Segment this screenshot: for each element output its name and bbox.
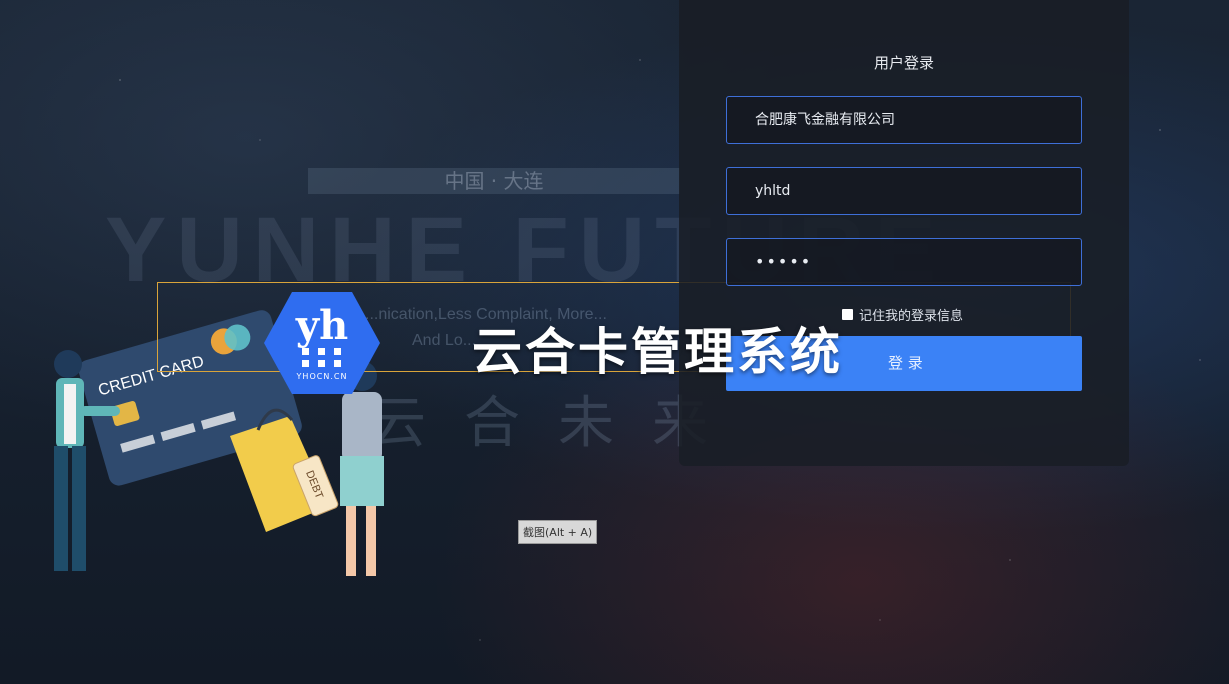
login-title: 用户登录 (873, 54, 934, 72)
remember-checkbox[interactable] (842, 309, 853, 320)
login-panel: 用户登录 合肥康飞金融有限公司 yhltd ••••• 记住我的登录信息 登 录 (679, 0, 1129, 466)
username-input[interactable]: yhltd (726, 167, 1082, 215)
system-title: 云合卡管理系统 (472, 323, 843, 381)
logo-text: yh (295, 302, 349, 349)
logo-url: YHOCN.CN (296, 372, 348, 381)
screenshot-tooltip: 截图(Alt + A) (518, 520, 598, 544)
remember-me[interactable]: 记住我的登录信息 (842, 305, 963, 324)
remember-label: 记住我的登录信息 (859, 309, 964, 324)
yh-logo: yh YHOCN.CN (262, 290, 382, 396)
watermark-city: 中国 · 大连 (308, 168, 680, 194)
password-input[interactable]: ••••• (726, 238, 1082, 286)
company-input[interactable]: 合肥康飞金融有限公司 (726, 96, 1082, 144)
